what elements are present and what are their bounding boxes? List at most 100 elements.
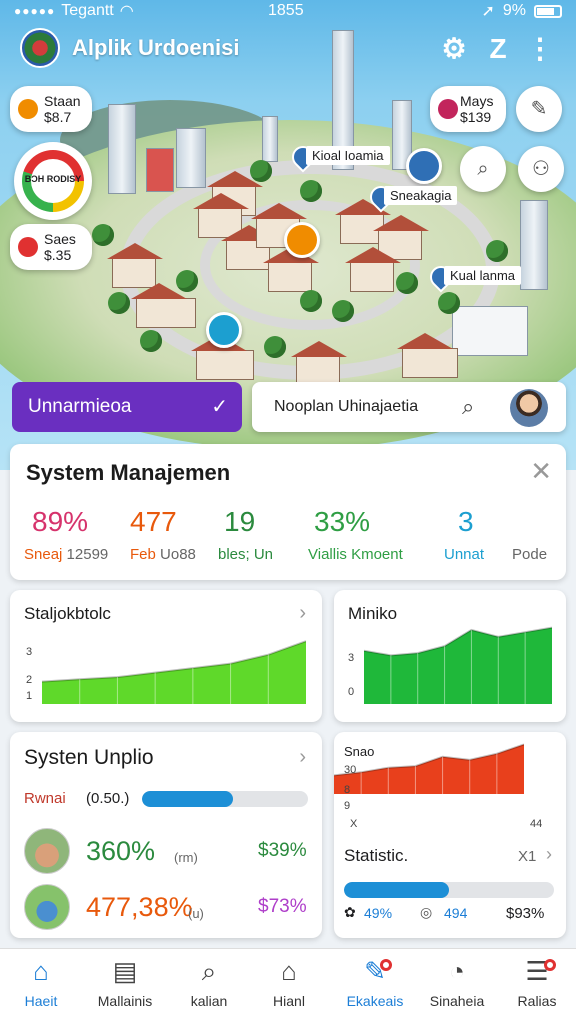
- price-pill-saes[interactable]: Saes $.35: [10, 224, 92, 270]
- update-card-title: Systen Unplio: [24, 746, 154, 769]
- progress-fill: [344, 882, 449, 898]
- map-marker-pin[interactable]: [284, 222, 320, 258]
- price-pill-value: $8.7: [44, 109, 72, 125]
- map-marker-pin[interactable]: [406, 148, 442, 184]
- system-management-card: System Manajemen ✕ 89% Sneaj 12599 477 F…: [10, 444, 566, 580]
- edit-icon: ✎: [364, 956, 386, 986]
- statistic-multiplier[interactable]: X1: [518, 848, 536, 865]
- y-tick: 8: [344, 784, 351, 796]
- y-tick: 9: [344, 800, 351, 812]
- map-tree: [108, 292, 130, 314]
- y-tick: 3: [26, 646, 33, 658]
- primary-action-button[interactable]: Unnarmieoa ✓: [12, 382, 242, 432]
- map-house: [397, 333, 458, 378]
- map-tree: [250, 160, 272, 182]
- nav-item-hianl[interactable]: ⌂ Hianl: [248, 955, 330, 1009]
- notification-badge: [380, 959, 392, 971]
- nav-label: Hianl: [273, 993, 305, 1009]
- map-building: [176, 128, 206, 188]
- row-unit: (rm): [174, 850, 198, 865]
- clipboard-icon: ▤: [112, 956, 138, 986]
- nav-item-kalian[interactable]: ⌕ kalian: [168, 955, 250, 1009]
- stat-label: Feb Uo88: [130, 546, 196, 563]
- map-skyscraper: [108, 104, 136, 194]
- map-house: [191, 335, 254, 380]
- edit-map-button[interactable]: ✎: [516, 86, 562, 132]
- y-tick: 1: [26, 690, 33, 702]
- map-search-button[interactable]: ⌕: [460, 146, 506, 192]
- area-chart: [333, 743, 525, 794]
- status-gauge[interactable]: BƆH RODISY: [14, 142, 92, 220]
- battery-percent: 9%: [502, 2, 526, 19]
- stat-label: Unnat: [444, 546, 485, 563]
- foot-value: 49%: [364, 905, 393, 921]
- row-price: $39%: [258, 840, 307, 861]
- stat-label: Sneaj 12599: [24, 546, 109, 563]
- map-tree: [396, 272, 418, 294]
- search-icon[interactable]: ⌕: [462, 382, 474, 432]
- area-chart: [42, 640, 306, 704]
- sleep-icon[interactable]: Z: [482, 33, 514, 65]
- statistic-card[interactable]: Snao 30 8 9 X 44 Statistic. X1 › ✿ 49% ◎…: [333, 732, 566, 938]
- price-dot-icon: [18, 99, 38, 119]
- progress-fill: [142, 791, 234, 807]
- nav-item-home[interactable]: ⌂ Haeit: [0, 955, 82, 1009]
- map-marker-pin[interactable]: [206, 312, 242, 348]
- leaf-icon: ✿: [344, 904, 356, 920]
- nav-item-mallainis[interactable]: ▤ Mallainis: [84, 955, 166, 1009]
- y-tick: 30: [344, 764, 357, 776]
- nav-item-sinaheia[interactable]: ◔ Sinaheia: [416, 955, 498, 1009]
- y-tick: 3: [348, 652, 355, 664]
- gauge-label: BƆH RODISY: [24, 174, 82, 184]
- avatar[interactable]: [510, 389, 548, 427]
- map-building: [262, 116, 278, 162]
- settings-gear-icon[interactable]: ⚙: [438, 33, 470, 65]
- system-update-card: Systen Unplio › Rwnai (0.50.) 360% (rm) …: [10, 732, 322, 938]
- chevron-right-icon[interactable]: ›: [299, 746, 306, 769]
- map-tree: [92, 224, 114, 246]
- progress-value: (0.50.): [86, 790, 130, 807]
- statistic-progress-bar: [344, 882, 554, 898]
- stat-value: 19: [224, 506, 256, 537]
- chart-card-title: Snao: [344, 744, 375, 759]
- map-tree: [140, 330, 162, 352]
- price-pill-mays[interactable]: Mays $139: [430, 86, 506, 132]
- map-filter-button[interactable]: ⚇: [518, 146, 564, 192]
- gauge-icon: ◔: [449, 956, 465, 986]
- progress-label: Rwnai: [24, 790, 66, 807]
- map-skyscraper: [520, 200, 548, 290]
- price-pill-label: Mays: [460, 93, 494, 109]
- close-icon[interactable]: ✕: [530, 456, 552, 487]
- notification-badge: [544, 959, 556, 971]
- search-field[interactable]: Nooplan Uhinajaetia ⌕: [252, 382, 566, 432]
- statistic-title: Statistic.: [344, 846, 409, 865]
- chart-card-left[interactable]: Staljokbtolc › 3 2 1: [10, 590, 322, 722]
- map-tree: [176, 270, 198, 292]
- stat-value: 477: [130, 506, 177, 537]
- village-thumbnail[interactable]: [24, 884, 70, 930]
- price-pill-staan[interactable]: Staan $8.7: [10, 86, 92, 132]
- foot-value: 494: [444, 905, 468, 921]
- house-thumbnail[interactable]: [24, 828, 70, 874]
- clock: 1855: [268, 2, 304, 19]
- pencil-icon: ✓: [211, 396, 228, 418]
- update-progress-bar: [142, 791, 308, 807]
- more-vertical-icon[interactable]: ⋮: [526, 33, 554, 65]
- home-icon: ⌂: [33, 956, 49, 986]
- stat-label: Viallis Kmoent: [308, 546, 403, 563]
- nav-label: Haeit: [24, 993, 58, 1009]
- chart-card-title: Staljokbtolc: [24, 604, 111, 623]
- price-dot-icon: [18, 237, 38, 257]
- chevron-right-icon[interactable]: ›: [299, 602, 306, 625]
- location-icon: ➚: [481, 3, 495, 20]
- nav-item-ekakeais[interactable]: ✎ Ekakeais: [334, 955, 416, 1009]
- chart-card-right[interactable]: Miniko 3 0: [334, 590, 566, 722]
- area-chart: [364, 626, 552, 704]
- search-icon: ⌕: [201, 956, 217, 986]
- chevron-right-icon[interactable]: ›: [546, 844, 552, 865]
- nav-item-ralias[interactable]: ☰ Ralias: [496, 955, 576, 1009]
- row-value: 360%: [86, 836, 156, 866]
- map-label: Sneakagia: [384, 186, 458, 205]
- map-stadium: [452, 306, 528, 356]
- nav-label: Mallainis: [97, 993, 153, 1009]
